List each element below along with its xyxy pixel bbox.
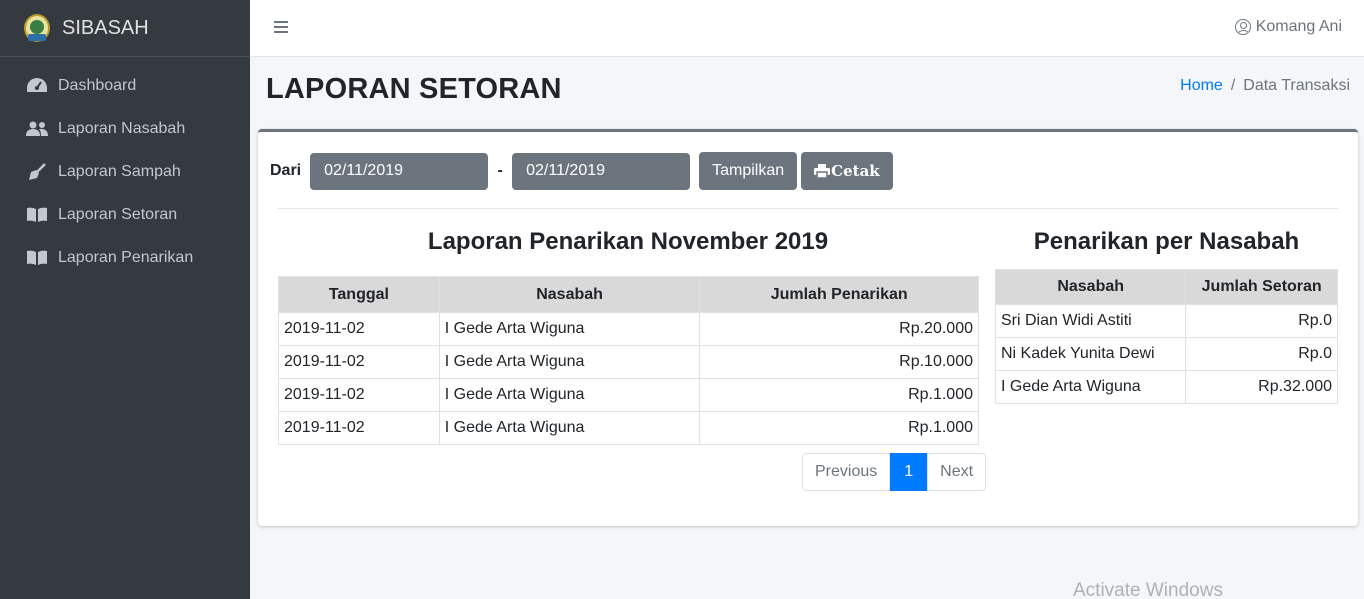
cell-nasabah: Ni Kadek Yunita Dewi — [994, 337, 1187, 371]
broom-icon — [26, 162, 48, 181]
users-icon — [26, 120, 48, 138]
table-row: 2019-11-02 I Gede Arta Wiguna Rp.1.000 — [278, 378, 979, 412]
book-icon — [26, 206, 48, 224]
sidebar-item-label: Laporan Nasabah — [58, 119, 186, 137]
topbar: Komang Ani — [250, 0, 1364, 57]
withdrawal-table: Tanggal Nasabah Jumlah Penarikan 2019-11… — [278, 276, 979, 445]
column-header[interactable]: Nasabah — [438, 276, 701, 313]
table-row: I Gede Arta Wiguna Rp.32.000 — [994, 370, 1338, 404]
cell-tanggal: 2019-11-02 — [278, 411, 440, 445]
sidebar-item-label: Laporan Sampah — [58, 162, 181, 180]
printer-icon — [814, 164, 831, 179]
filter-label: Dari — [270, 162, 302, 179]
show-button[interactable]: Tampilkan — [699, 152, 798, 190]
column-header[interactable]: Jumlah Setoran — [1185, 269, 1338, 305]
tachometer-icon — [26, 77, 48, 95]
cell-jumlah: Rp.1.000 — [699, 378, 979, 412]
hamburger-menu-icon[interactable] — [274, 21, 288, 33]
page-title: LAPORAN SETORAN — [266, 73, 562, 105]
sidebar-item-laporan-sampah[interactable]: Laporan Sampah — [0, 150, 250, 193]
cell-jumlah: Rp.0 — [1185, 337, 1338, 371]
cell-jumlah: Rp.32.000 — [1185, 370, 1338, 404]
per-customer-table: Nasabah Jumlah Setoran Sri Dian Widi Ast… — [994, 269, 1338, 404]
brand[interactable]: SIBASAH — [0, 0, 250, 57]
show-button-label: Tampilkan — [712, 162, 785, 179]
cell-jumlah: Rp.1.000 — [699, 411, 979, 445]
sidebar-item-label: Laporan Setoran — [58, 205, 178, 223]
sidebar: SIBASAH Dashboard Laporan Nasabah Lapora… — [0, 0, 250, 599]
print-button-label: Cetak — [831, 162, 880, 180]
table-row: Sri Dian Widi Astiti Rp.0 — [994, 304, 1338, 338]
divider — [278, 208, 1338, 209]
windows-activation-watermark: Activate Windows — [1073, 580, 1223, 599]
pagination-previous[interactable]: Previous — [802, 453, 891, 491]
pagination: Previous 1 Next — [802, 453, 987, 491]
brand-logo — [24, 12, 50, 44]
user-name: Komang Ani — [1255, 18, 1342, 35]
cell-jumlah: Rp.10.000 — [699, 345, 979, 379]
cell-nasabah: I Gede Arta Wiguna — [438, 345, 701, 379]
sidebar-item-laporan-setoran[interactable]: Laporan Setoran — [0, 193, 250, 236]
cell-tanggal: 2019-11-02 — [278, 345, 440, 379]
breadcrumb-current: Data Transaksi — [1243, 77, 1350, 94]
pagination-next[interactable]: Next — [927, 453, 987, 491]
date-filter: Dari 02/11/2019 - 02/11/2019 Tampilkan C… — [270, 152, 893, 190]
cell-jumlah: Rp.0 — [1185, 304, 1338, 338]
user-menu[interactable]: Komang Ani — [1234, 18, 1342, 36]
sidebar-item-laporan-penarikan[interactable]: Laporan Penarikan — [0, 236, 250, 279]
table-row: 2019-11-02 I Gede Arta Wiguna Rp.20.000 — [278, 312, 979, 346]
breadcrumb-separator: / — [1230, 77, 1236, 94]
breadcrumb: Home / Data Transaksi — [1180, 77, 1350, 95]
column-header[interactable]: Jumlah Penarikan — [699, 276, 979, 313]
cell-nasabah: I Gede Arta Wiguna — [438, 411, 701, 445]
cell-jumlah: Rp.20.000 — [699, 312, 979, 346]
table-row: Ni Kadek Yunita Dewi Rp.0 — [994, 337, 1338, 371]
date-to-input[interactable]: 02/11/2019 — [512, 152, 691, 190]
cell-tanggal: 2019-11-02 — [278, 378, 440, 412]
sidebar-item-label: Dashboard — [58, 76, 137, 94]
cell-nasabah: Sri Dian Widi Astiti — [994, 304, 1187, 338]
cell-nasabah: I Gede Arta Wiguna — [994, 370, 1187, 404]
sidebar-item-dashboard[interactable]: Dashboard — [0, 64, 250, 107]
brand-name: SIBASAH — [62, 16, 149, 39]
column-header[interactable]: Tanggal — [278, 276, 440, 313]
column-header[interactable]: Nasabah — [994, 269, 1187, 305]
sidebar-item-label: Laporan Penarikan — [58, 248, 194, 266]
table-row: 2019-11-02 I Gede Arta Wiguna Rp.10.000 — [278, 345, 979, 379]
book-icon — [26, 249, 48, 267]
sidebar-nav: Dashboard Laporan Nasabah Laporan Sampah… — [0, 57, 250, 279]
cell-tanggal: 2019-11-02 — [278, 312, 440, 346]
breadcrumb-home-link[interactable]: Home — [1180, 77, 1223, 94]
print-button[interactable]: Cetak — [801, 152, 893, 190]
pagination-page-1[interactable]: 1 — [890, 453, 928, 491]
cell-nasabah: I Gede Arta Wiguna — [438, 312, 701, 346]
sidebar-item-laporan-nasabah[interactable]: Laporan Nasabah — [0, 107, 250, 150]
withdrawal-report-title: Laporan Penarikan November 2019 — [427, 228, 829, 255]
date-separator: - — [497, 162, 503, 179]
report-card: Dari 02/11/2019 - 02/11/2019 Tampilkan C… — [258, 129, 1358, 526]
date-from-input[interactable]: 02/11/2019 — [310, 152, 489, 190]
cell-nasabah: I Gede Arta Wiguna — [438, 378, 701, 412]
per-customer-title: Penarikan per Nasabah — [1033, 228, 1300, 255]
table-row: 2019-11-02 I Gede Arta Wiguna Rp.1.000 — [278, 411, 979, 445]
user-circle-icon — [1234, 19, 1251, 35]
